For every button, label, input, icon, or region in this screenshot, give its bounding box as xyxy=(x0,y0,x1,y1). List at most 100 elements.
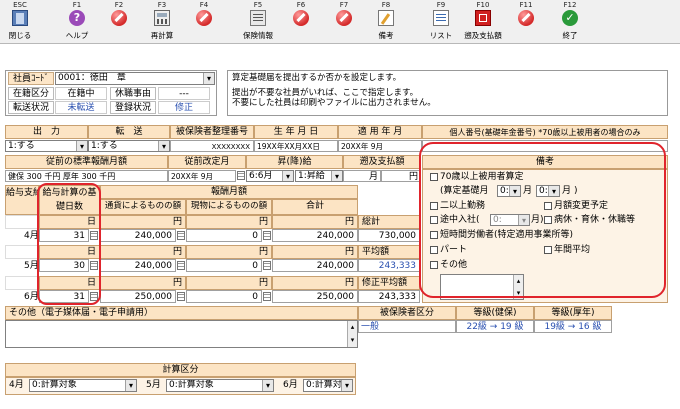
fkey-label: F9 xyxy=(436,1,446,9)
insured-class-header: 被保険者区分 xyxy=(358,306,456,320)
raise-month-select[interactable]: 6:6月 xyxy=(246,170,294,182)
yen-unit: 円 xyxy=(186,276,272,290)
yen-unit: 円 xyxy=(272,215,358,229)
average-label: 平均額 xyxy=(358,245,420,259)
f7-button[interactable]: F7 xyxy=(327,0,361,44)
calc-april-label: 4月 xyxy=(9,380,24,390)
button-label: 遡及支払額 xyxy=(464,31,502,40)
door-icon xyxy=(12,10,28,26)
retro-icon xyxy=(475,10,491,26)
total-sum-label: 総計 xyxy=(358,215,420,229)
disabled-icon xyxy=(196,10,212,26)
insured-number-header: 被保険者整理番号 xyxy=(170,125,254,139)
calendar-icon[interactable] xyxy=(177,292,185,301)
calc-june-label: 6月 xyxy=(283,380,298,390)
calendar-icon[interactable] xyxy=(263,292,271,301)
button-label: 閉じる xyxy=(8,31,32,40)
retro-button[interactable]: F10 遡及支払額 xyxy=(464,0,502,44)
close-button[interactable]: ESC 閉じる xyxy=(3,0,37,44)
cash-amount-input[interactable]: 250,000 xyxy=(100,290,176,303)
yen-unit: 円 xyxy=(100,276,186,290)
fkey-label: F8 xyxy=(381,1,391,9)
calendar-icon[interactable] xyxy=(177,231,185,240)
transfer-select[interactable]: 1:する xyxy=(88,140,170,152)
yen-unit: 円 xyxy=(272,245,358,259)
calc-may-label: 5月 xyxy=(146,380,161,390)
calendar-icon[interactable] xyxy=(177,261,185,270)
employee-code-label: 社員ｺｰﾄﾞ xyxy=(8,72,54,85)
kind-amount-input[interactable]: 0 xyxy=(186,290,262,303)
kind-amount-input[interactable]: 0 xyxy=(186,259,262,272)
kosei-label: 厚年 xyxy=(62,172,79,181)
cash-header: 通貨によるものの額 xyxy=(100,199,186,215)
grade-kenpo-header: 等級(健保) xyxy=(456,306,534,320)
calendar-icon[interactable] xyxy=(263,231,271,240)
transfer-status-label: 転送状況 xyxy=(8,101,54,114)
button-label: 終了 xyxy=(562,31,578,40)
finish-button[interactable]: F12 ✓ 終了 xyxy=(553,0,587,44)
button-label: 再計算 xyxy=(150,31,174,40)
info-box: 算定基礎届を提出するか否かを設定します。 提出が不要な社員がいれば、ここで指定し… xyxy=(227,70,668,116)
month-spacer xyxy=(5,245,39,259)
disabled-icon xyxy=(518,10,534,26)
fkey-label: F5 xyxy=(253,1,263,9)
retro-amount-input[interactable]: 円 xyxy=(381,170,421,182)
month-spacer xyxy=(5,276,39,290)
recalc-button[interactable]: F3 再計算 xyxy=(145,0,179,44)
button-label: 備考 xyxy=(378,31,394,40)
button-label: 保険情報 xyxy=(243,31,273,40)
fkey-label: F12 xyxy=(563,1,577,9)
f2-button[interactable]: F2 xyxy=(102,0,136,44)
average-value: 243,333 xyxy=(358,259,420,272)
calendar-icon[interactable] xyxy=(237,171,245,180)
disabled-icon xyxy=(111,10,127,26)
birthdate-value: 19XX年XX月XX日 xyxy=(254,140,338,152)
other-electronic-label: その他（電子媒体届・電子申請用） xyxy=(5,306,358,320)
transfer-header: 転 送 xyxy=(88,125,170,139)
grade-kenpo-value: 22級 → 19 級 xyxy=(456,320,534,333)
apply-month-header: 適 用 年 月 xyxy=(338,125,422,139)
total-header: 合計 xyxy=(272,199,358,215)
total-amount-input: 250,000 xyxy=(272,290,358,303)
insurance-button[interactable]: F5 保険情報 xyxy=(241,0,275,44)
note-icon xyxy=(378,10,394,26)
button-label: リスト xyxy=(429,31,453,40)
insured-number-value: XXXXXXXX xyxy=(170,140,254,152)
kind-amount-input[interactable]: 0 xyxy=(186,229,262,242)
grade-kosei-value: 19級 → 16 級 xyxy=(534,320,612,333)
calc-april-select[interactable]: 0:計算対象 xyxy=(29,379,137,392)
f11-button[interactable]: F11 xyxy=(509,0,543,44)
fkey-label: F1 xyxy=(72,1,82,9)
calc-june-select[interactable]: 0:計算対象 xyxy=(303,379,353,392)
fkey-label: F7 xyxy=(339,1,349,9)
raise-type-select[interactable]: 1:昇給 xyxy=(295,170,343,182)
list-button[interactable]: F9 リスト xyxy=(424,0,458,44)
calc-may-select[interactable]: 0:計算対象 xyxy=(166,379,274,392)
toolbar: ESC 閉じる F1 ? ヘルプ F2 F3 再計算 F4 F5 保険情報 F6… xyxy=(0,0,680,44)
cash-amount-input[interactable]: 240,000 xyxy=(100,229,176,242)
output-select[interactable]: 1:する xyxy=(5,140,88,152)
button-label: ヘルプ xyxy=(65,31,89,40)
f6-button[interactable]: F6 xyxy=(284,0,318,44)
calendar-icon[interactable] xyxy=(263,261,271,270)
retro-month-input[interactable]: 月 xyxy=(343,170,381,182)
apply-month-value: 20XX年 9月 xyxy=(338,140,422,152)
note-button[interactable]: F8 備考 xyxy=(369,0,403,44)
prev-revision-header: 従前改定月 xyxy=(168,155,246,169)
help-button[interactable]: F1 ? ヘルプ xyxy=(60,0,94,44)
fkey-label: F6 xyxy=(296,1,306,9)
fkey-label: ESC xyxy=(13,1,27,9)
highlight-remarks xyxy=(419,142,666,298)
monthly-pay-header: 報酬月額 xyxy=(100,185,358,199)
transfer-status-value: 未転送 xyxy=(55,101,107,114)
cash-amount-input[interactable]: 240,000 xyxy=(100,259,176,272)
highlight-base-days xyxy=(37,183,101,305)
f4-button[interactable]: F4 xyxy=(187,0,221,44)
status-value: 在籍中 xyxy=(55,87,107,100)
yen-unit: 円 xyxy=(186,245,272,259)
kenpo-value: 300 千円 xyxy=(26,172,61,181)
employee-select[interactable]: 0001：徳田 章 xyxy=(55,72,215,85)
other-electronic-input[interactable]: ▴ ▾ xyxy=(5,320,358,348)
month-spacer xyxy=(5,215,39,229)
fkey-label: F2 xyxy=(114,1,124,9)
